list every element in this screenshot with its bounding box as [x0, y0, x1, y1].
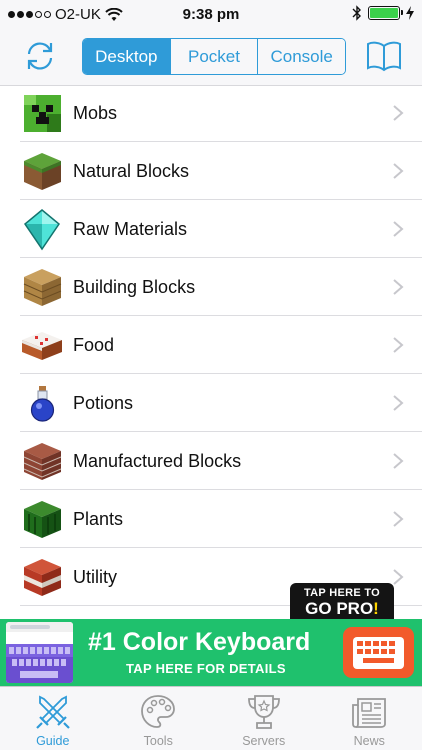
bluetooth-icon [352, 5, 361, 21]
list-item-label: Building Blocks [73, 276, 196, 297]
palette-icon [141, 695, 176, 728]
chevron-right-icon [393, 453, 404, 469]
book-icon [367, 41, 401, 72]
navigation-header: O2-UK 9:38 pm Desktop Pocket Console [0, 0, 422, 86]
list-item-mobs[interactable]: Mobs [0, 84, 422, 142]
book-button[interactable] [366, 37, 402, 73]
list-item-label: Manufactured Blocks [73, 450, 242, 471]
list-item-building-blocks[interactable]: Building Blocks [0, 258, 422, 316]
tab-label: News [353, 734, 385, 748]
sync-icon [27, 42, 53, 70]
diamond-icon [23, 209, 61, 251]
list-item-label: Plants [73, 508, 124, 529]
planks-icon [23, 269, 62, 306]
swords-icon [35, 695, 70, 729]
tab-guide[interactable]: Guide [0, 687, 106, 750]
bricks-icon [23, 443, 62, 480]
segment-console[interactable]: Console [257, 39, 345, 74]
list-item-manufactured-blocks[interactable]: Manufactured Blocks [0, 432, 422, 490]
chevron-right-icon [393, 511, 404, 527]
app-screen: O2-UK 9:38 pm Desktop Pocket Console Mob… [0, 0, 422, 750]
list-item-label: Mobs [73, 102, 118, 123]
ad-subtitle: TAP HERE FOR DETAILS [126, 661, 286, 676]
go-pro-line2: GO PRO! [305, 599, 379, 618]
list-item-label: Natural Blocks [73, 160, 190, 181]
grass-block-icon [24, 153, 61, 190]
tab-news[interactable]: News [317, 687, 422, 750]
cactus-icon [24, 501, 61, 538]
keyboard-icon [343, 627, 414, 678]
newspaper-icon [352, 698, 387, 728]
list-item-label: Potions [73, 392, 134, 413]
tab-bar: Guide Tools Servers News [0, 686, 422, 750]
sync-button[interactable] [20, 36, 60, 76]
ad-banner[interactable]: #1 Color Keyboard TAP HERE FOR DETAILS [0, 619, 422, 686]
segment-pocket[interactable]: Pocket [169, 39, 258, 74]
potion-icon [30, 386, 55, 422]
tab-tools[interactable]: Tools [106, 687, 212, 750]
chevron-right-icon [393, 395, 404, 411]
go-pro-button[interactable]: TAP HERE TO GO PRO! [290, 583, 394, 621]
ad-title: #1 Color Keyboard [88, 628, 311, 656]
go-pro-line1: TAP HERE TO [303, 587, 381, 599]
status-bar: O2-UK 9:38 pm [0, 0, 422, 30]
chevron-right-icon [393, 279, 404, 295]
tab-servers[interactable]: Servers [211, 687, 317, 750]
trophy-icon [247, 695, 280, 729]
list-item-label: Food [73, 334, 115, 355]
chevron-right-icon [393, 337, 404, 353]
chevron-right-icon [393, 105, 404, 121]
list-item-plants[interactable]: Plants [0, 490, 422, 548]
tnt-icon [24, 559, 61, 596]
chevron-right-icon [393, 221, 404, 237]
platform-segmented-control: Desktop Pocket Console [82, 38, 346, 75]
segment-desktop[interactable]: Desktop [83, 39, 170, 74]
keyboard-preview-image [6, 622, 73, 683]
list-item-potions[interactable]: Potions [0, 374, 422, 432]
creeper-icon [24, 95, 61, 132]
chevron-right-icon [393, 163, 404, 179]
list-item-label: Raw Materials [73, 218, 188, 239]
charging-icon [406, 6, 414, 20]
category-list: Mobs Natural Blocks Raw Materials Buildi… [0, 84, 422, 606]
tab-label: Guide [36, 734, 70, 748]
tab-label: Servers [242, 734, 286, 748]
chevron-right-icon [393, 569, 404, 585]
cake-icon [22, 332, 62, 360]
status-right [352, 5, 414, 21]
tab-label: Tools [143, 734, 173, 748]
list-item-food[interactable]: Food [0, 316, 422, 374]
list-item-natural-blocks[interactable]: Natural Blocks [0, 142, 422, 200]
list-item-raw-materials[interactable]: Raw Materials [0, 200, 422, 258]
battery-icon [368, 6, 403, 20]
list-item-label: Utility [73, 566, 117, 587]
